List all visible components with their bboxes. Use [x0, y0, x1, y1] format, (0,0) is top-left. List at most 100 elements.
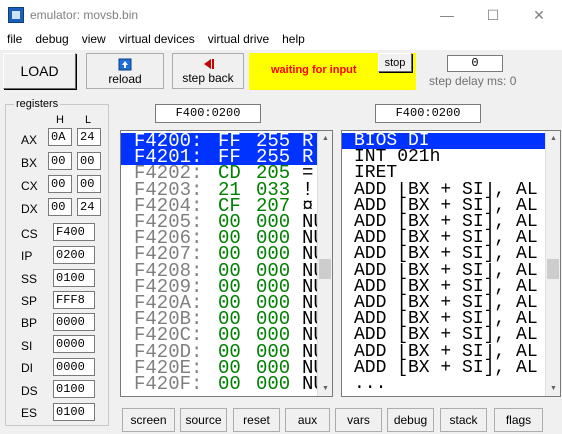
- memory-row[interactable]: F4202: CD 205 =: [121, 165, 319, 181]
- disassembly-row[interactable]: ADD [BX + SI], AL: [342, 263, 547, 279]
- memory-row[interactable]: F4208:00000NU: [121, 263, 319, 279]
- memory-address: F420B:: [134, 311, 203, 328]
- register-ss-field[interactable]: 0100: [53, 269, 95, 287]
- high-byte-label: H: [56, 114, 64, 126]
- memory-dec-value: 207: [256, 197, 291, 214]
- disassembly-row[interactable]: ADD [BX + SI], AL: [342, 214, 547, 230]
- register-di-label: DI: [21, 361, 33, 375]
- reload-icon: [118, 58, 132, 71]
- register-bh-field[interactable]: 00: [48, 152, 72, 170]
- memory-row[interactable]: F4209:00000NU: [121, 279, 319, 295]
- scroll-up-icon[interactable]: ▲: [318, 131, 332, 146]
- scroll-thumb[interactable]: [319, 259, 331, 279]
- memory-row[interactable]: F4205:00000NU: [121, 214, 319, 230]
- close-icon[interactable]: ✕: [516, 0, 562, 30]
- memory-row[interactable]: F420C:00000NU: [121, 327, 319, 343]
- memory-scrollbar[interactable]: ▲ ▼: [317, 131, 332, 396]
- register-cl-field[interactable]: 00: [77, 175, 101, 193]
- memory-row[interactable]: F420E:00000NU: [121, 360, 319, 376]
- register-cs-field[interactable]: F400: [53, 223, 95, 241]
- load-button[interactable]: LOAD: [3, 53, 76, 89]
- maximize-icon[interactable]: ☐: [470, 0, 516, 30]
- memory-hex-value: 00: [218, 311, 241, 328]
- disassembly-row[interactable]: ADD [BX + SI], AL: [342, 360, 547, 376]
- memory-dec-value: 000: [256, 246, 291, 263]
- register-ds-field[interactable]: 0100: [53, 380, 95, 398]
- disassembly-row[interactable]: ADD [BX + SI], AL: [342, 182, 547, 198]
- register-ds-label: DS: [21, 384, 38, 398]
- disassembly-row[interactable]: ADD [BX + SI], AL: [342, 230, 547, 246]
- register-di-field[interactable]: 0000: [53, 358, 95, 376]
- memory-address: F4209:: [134, 278, 203, 295]
- source-button[interactable]: source: [180, 408, 227, 432]
- disassembly-address-field[interactable]: F400:0200: [375, 104, 481, 123]
- memory-row[interactable]: F420F:00000NU: [121, 376, 319, 392]
- scroll-thumb[interactable]: [547, 259, 559, 279]
- memory-row[interactable]: F4201: FF 255 R: [121, 149, 319, 166]
- menu-view[interactable]: view: [75, 30, 112, 50]
- menu-virtual-devices[interactable]: virtual devices: [112, 30, 201, 50]
- flags-button[interactable]: flags: [494, 408, 543, 432]
- step-back-label: step back: [182, 71, 234, 85]
- register-al-field[interactable]: 24: [77, 128, 101, 146]
- debug-button[interactable]: debug: [387, 408, 434, 432]
- memory-char-value: ¤: [302, 197, 314, 214]
- register-bl-field[interactable]: 00: [77, 152, 101, 170]
- memory-row[interactable]: F4200: FF 255 R: [121, 133, 319, 149]
- disassembly-row[interactable]: ...: [342, 376, 547, 392]
- disassembly-row[interactable]: ADD [BX + SI], AL: [342, 311, 547, 327]
- memory-hex-value: 00: [218, 327, 241, 344]
- register-ah-field[interactable]: 0A: [48, 128, 72, 146]
- register-ip-field[interactable]: 0200: [53, 246, 95, 264]
- memory-row[interactable]: F4203: 21 033!: [121, 182, 319, 198]
- register-sp-field[interactable]: FFF8: [53, 291, 95, 309]
- register-si-field[interactable]: 0000: [53, 335, 95, 353]
- memory-row[interactable]: F4206:00000NU: [121, 230, 319, 246]
- memory-row[interactable]: F4204: CF 207 ¤: [121, 198, 319, 214]
- reload-button[interactable]: reload: [86, 53, 164, 89]
- register-dh-field[interactable]: 00: [48, 198, 72, 216]
- disassembly-row[interactable]: ADD [BX + SI], AL: [342, 198, 547, 214]
- menu-file[interactable]: file: [0, 30, 28, 50]
- register-bp-field[interactable]: 0000: [53, 313, 95, 331]
- register-dl-field[interactable]: 24: [77, 198, 101, 216]
- memory-row[interactable]: F420B:00000NU: [121, 311, 319, 327]
- step-back-button[interactable]: step back: [172, 53, 244, 89]
- memory-hex-value: CD: [218, 165, 241, 182]
- memory-row[interactable]: F420A:00000NU: [121, 295, 319, 311]
- disassembly-row[interactable]: ADD [BX + SI], AL: [342, 246, 547, 262]
- memory-address: F420A:: [134, 295, 203, 311]
- memory-list[interactable]: F4200: FF 255 R F4201: FF 255 R F4202: CD 205 = F420…: [120, 130, 333, 397]
- step-delay-field[interactable]: 0: [447, 55, 503, 72]
- memory-hex-value: FF: [218, 133, 241, 149]
- register-bx-label: BX: [21, 156, 38, 170]
- scroll-down-icon[interactable]: ▼: [546, 381, 560, 396]
- memory-address-field[interactable]: F400:0200: [155, 104, 261, 123]
- vars-button[interactable]: vars: [335, 408, 382, 432]
- disassembly-row[interactable]: ADD [BX + SI], AL: [342, 295, 547, 311]
- menu-debug[interactable]: debug: [28, 30, 74, 50]
- register-es-field[interactable]: 0100: [53, 403, 95, 421]
- disassembly-list[interactable]: BIOS DI INT 021h IRET ADD [BX + SI], AL ADD …: [341, 130, 561, 397]
- memory-dec-value: 000: [256, 311, 291, 328]
- disassembly-row[interactable]: IRET: [342, 165, 547, 181]
- scroll-down-icon[interactable]: ▼: [318, 381, 332, 396]
- screen-button[interactable]: screen: [122, 408, 175, 432]
- disassembly-row[interactable]: ADD [BX + SI], AL: [342, 327, 547, 343]
- aux-button[interactable]: aux: [285, 408, 330, 432]
- stack-button[interactable]: stack: [440, 408, 487, 432]
- menu-help[interactable]: help: [275, 30, 311, 50]
- disassembly-row[interactable]: INT 021h: [342, 149, 547, 165]
- disassembly-row[interactable]: ADD [BX + SI], AL: [342, 279, 547, 295]
- menu-virtual-drive[interactable]: virtual drive: [201, 30, 275, 50]
- memory-row[interactable]: F420D:00000NU: [121, 344, 319, 360]
- reset-button[interactable]: reset: [233, 408, 280, 432]
- disassembly-row[interactable]: ADD [BX + SI], AL: [342, 344, 547, 360]
- disassembly-scrollbar[interactable]: ▲ ▼: [545, 131, 560, 396]
- scroll-up-icon[interactable]: ▲: [546, 131, 560, 146]
- register-ch-field[interactable]: 00: [48, 175, 72, 193]
- memory-row[interactable]: F4207:00000NU: [121, 246, 319, 262]
- disassembly-row[interactable]: BIOS DI: [342, 133, 547, 149]
- minimize-icon[interactable]: —: [424, 0, 470, 30]
- stop-button[interactable]: stop: [378, 53, 412, 72]
